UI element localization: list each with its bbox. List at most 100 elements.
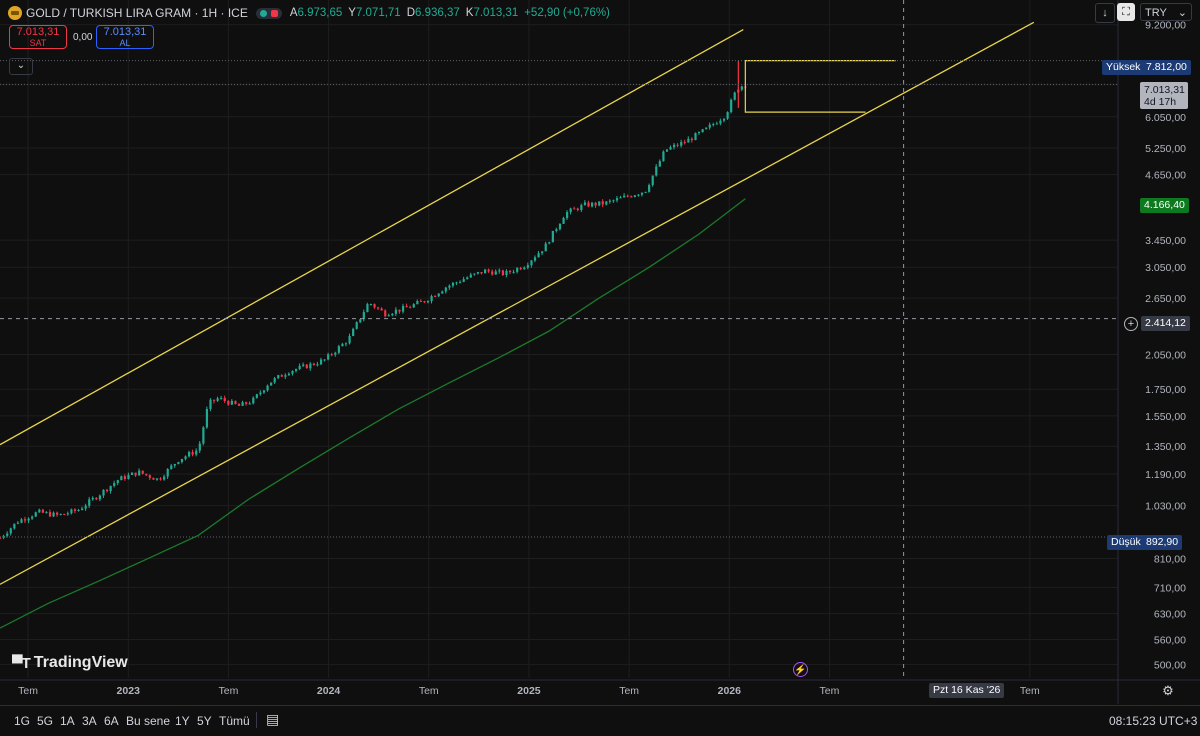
- candle-body: [330, 354, 333, 356]
- price-chart[interactable]: 9.200,007.000,006.050,005.250,004.650,00…: [0, 0, 1200, 735]
- status-pills[interactable]: [255, 7, 282, 19]
- candle-body: [715, 123, 719, 125]
- lightning-icon[interactable]: ⚡: [793, 662, 808, 677]
- candle-body: [551, 230, 554, 243]
- candle-body: [152, 477, 155, 480]
- price-tick-label: 630,00: [1154, 609, 1186, 621]
- moving-average-layer: [0, 198, 746, 629]
- clock-timezone[interactable]: 08:15:23 UTC+3: [1109, 714, 1197, 728]
- candle-body: [444, 287, 447, 292]
- candle-body: [20, 519, 23, 523]
- download-arrow-icon[interactable]: ↓: [1095, 3, 1115, 23]
- candle-body: [227, 401, 230, 405]
- candle-body: [109, 485, 112, 492]
- calendar-goto-icon[interactable]: ▤: [266, 711, 279, 728]
- candle-body: [690, 138, 694, 141]
- candle-body: [466, 277, 469, 280]
- candle-body: [487, 269, 490, 272]
- candle-body: [34, 512, 37, 517]
- chevron-down-icon: ⌄: [1177, 7, 1187, 19]
- candle-body: [387, 315, 390, 317]
- range-ytd[interactable]: Bu sene: [126, 714, 170, 728]
- candle-body: [523, 267, 526, 270]
- price-tick-label: 1.030,00: [1145, 501, 1186, 513]
- candle-body: [277, 375, 280, 379]
- range-all[interactable]: Tümü: [219, 714, 250, 728]
- time-tick-label: Tem: [1020, 685, 1040, 697]
- range-1g[interactable]: 1G: [14, 714, 30, 728]
- candle-body: [437, 293, 440, 297]
- candle-body: [116, 480, 119, 484]
- candle-body: [45, 512, 48, 514]
- candle-body: [270, 382, 273, 386]
- buy-button[interactable]: 7.013,31 AL: [96, 25, 154, 49]
- add-plus-icon[interactable]: +: [1124, 317, 1138, 331]
- price-tick-label: 560,00: [1154, 635, 1186, 647]
- candle-body: [159, 478, 162, 480]
- candle-body: [569, 208, 572, 213]
- candle-body: [430, 296, 433, 301]
- candle-body: [519, 267, 522, 270]
- range-1y[interactable]: 1Y: [175, 714, 190, 728]
- price-tick-label: 500,00: [1154, 659, 1186, 671]
- candle-body: [448, 285, 451, 288]
- candle-body: [683, 142, 686, 144]
- market-open-icon: [259, 9, 267, 17]
- currency-select[interactable]: TRY ⌄: [1140, 3, 1192, 21]
- candle-body: [291, 370, 294, 374]
- candle-body: [252, 397, 255, 404]
- data-delay-icon: [270, 9, 278, 17]
- candle-body: [505, 270, 508, 275]
- candle-body: [705, 127, 708, 130]
- range-5y[interactable]: 5Y: [197, 714, 212, 728]
- candle-body: [184, 456, 187, 459]
- candle-body: [687, 138, 690, 143]
- candle-body: [366, 304, 369, 313]
- candle-body: [309, 363, 312, 369]
- candle-body: [145, 473, 148, 476]
- spread-value: 0,00: [73, 32, 93, 43]
- fullscreen-icon[interactable]: ⛶: [1117, 3, 1135, 21]
- candle-body: [280, 375, 283, 377]
- candle-body: [305, 364, 308, 369]
- candle-body: [658, 161, 661, 167]
- candle-body: [0, 537, 2, 539]
- range-6a[interactable]: 6A: [104, 714, 119, 728]
- candle-body: [209, 399, 212, 409]
- candle-body: [459, 281, 462, 283]
- candle-body: [294, 369, 298, 371]
- tradingview-logo[interactable]: ▀T TradingView: [12, 654, 128, 672]
- ma-value-tag: 4.166,40: [1140, 198, 1189, 213]
- candle-body: [337, 346, 340, 353]
- collapse-chevron-icon[interactable]: ⌄: [9, 58, 33, 75]
- candle-body: [673, 144, 676, 148]
- time-tick-label: 2024: [317, 685, 341, 697]
- price-tick-label: 810,00: [1154, 553, 1186, 565]
- candle-body: [312, 363, 316, 365]
- candle-body: [248, 403, 251, 405]
- candle-body: [601, 201, 604, 205]
- candle-body: [166, 468, 169, 477]
- price-tick-label: 1.190,00: [1145, 469, 1186, 481]
- candle-body: [498, 270, 501, 272]
- candle-body: [88, 499, 91, 506]
- candle-body: [130, 472, 134, 475]
- range-5g[interactable]: 5G: [37, 714, 53, 728]
- price-tick-label: 1.350,00: [1145, 441, 1186, 453]
- range-3a[interactable]: 3A: [82, 714, 97, 728]
- candle-body: [134, 472, 137, 476]
- candle-body: [612, 200, 615, 202]
- crosshair-date-tag: Pzt 16 Kas '26: [929, 683, 1005, 698]
- ohlc-values: A6.973,65 Y7.071,71 D6.936,37 K7.013,31 …: [289, 7, 610, 19]
- range-1a[interactable]: 1A: [60, 714, 75, 728]
- candle-body: [348, 336, 351, 344]
- candle-body: [205, 408, 209, 428]
- gear-icon[interactable]: ⚙: [1161, 684, 1175, 698]
- candle-body: [220, 397, 223, 399]
- candle-body: [544, 243, 547, 252]
- symbol-title[interactable]: GOLD / TURKISH LIRA GRAM · 1H · ICE: [26, 6, 248, 20]
- sell-button[interactable]: 7.013,31 SAT: [9, 25, 67, 49]
- candle-body: [298, 365, 301, 370]
- candle-body: [598, 201, 601, 206]
- price-tick-label: 1.750,00: [1145, 384, 1186, 396]
